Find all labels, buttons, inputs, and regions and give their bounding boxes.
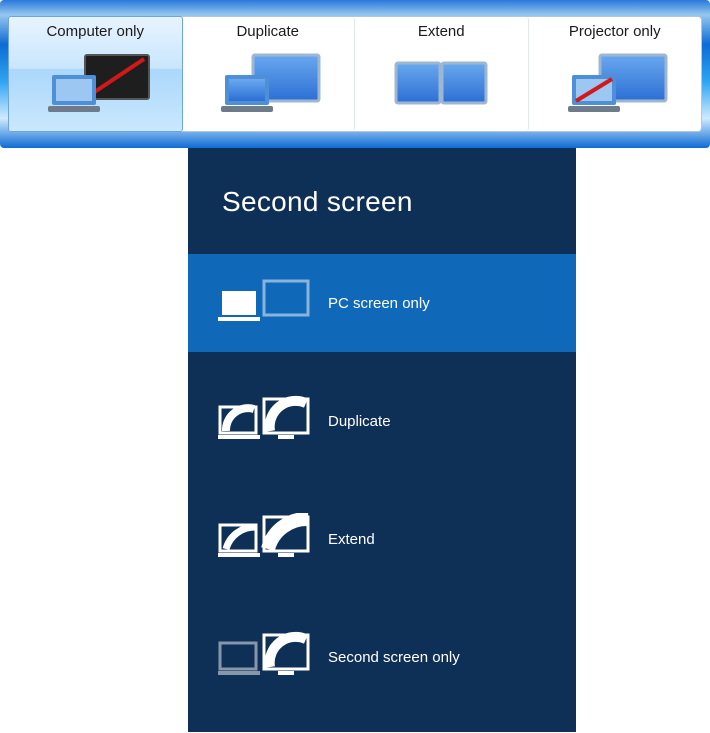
win7-option-computer-only[interactable]: Computer only (8, 16, 183, 132)
metro-option-duplicate[interactable]: Duplicate (188, 372, 576, 470)
duplicate-icon (186, 42, 351, 127)
metro-option-label: Second screen only (328, 649, 460, 666)
computer-only-icon (13, 42, 178, 127)
win7-option-label: Extend (418, 23, 465, 40)
metro-option-label: PC screen only (328, 295, 430, 312)
metro-extend-icon (218, 509, 310, 569)
win7-option-label: Projector only (569, 23, 661, 40)
win7-options-row: Computer only Duplicate (8, 16, 702, 132)
metro-option-second-screen-only[interactable]: Second screen only (188, 608, 576, 706)
metro-options-list: PC screen only Duplicate (188, 254, 576, 706)
pc-screen-only-icon (218, 273, 310, 333)
metro-second-screen-pane: Second screen PC screen only (188, 148, 576, 732)
metro-option-label: Duplicate (328, 413, 391, 430)
metro-title: Second screen (188, 148, 576, 218)
win7-option-extend[interactable]: Extend (355, 17, 529, 131)
metro-option-label: Extend (328, 531, 375, 548)
win7-option-duplicate[interactable]: Duplicate (182, 17, 356, 131)
win7-option-label: Computer only (46, 23, 144, 40)
metro-option-extend[interactable]: Extend (188, 490, 576, 588)
win7-option-label: Duplicate (236, 23, 299, 40)
projector-only-icon (533, 42, 698, 127)
extend-icon (359, 42, 524, 127)
metro-option-pc-screen-only[interactable]: PC screen only (188, 254, 576, 352)
metro-duplicate-icon (218, 391, 310, 451)
win7-projection-switcher: Computer only Duplicate (0, 0, 710, 148)
win7-option-projector-only[interactable]: Projector only (529, 17, 702, 131)
second-screen-only-icon (218, 627, 310, 687)
